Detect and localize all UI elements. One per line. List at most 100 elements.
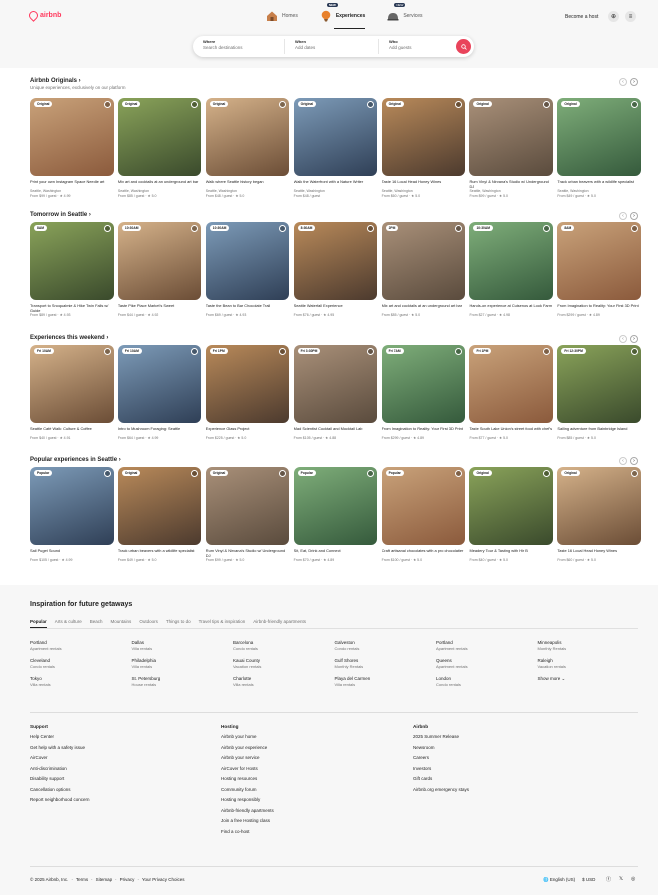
footer-link[interactable]: AirCover (30, 755, 90, 766)
destination-link[interactable]: Queens Apartment rentals (436, 658, 538, 669)
heart-icon[interactable] (103, 225, 111, 232)
experience-card[interactable]: Popular Craft artisanal chocolates with a… (381, 467, 466, 563)
tab-5[interactable]: Things to do (166, 619, 191, 628)
footer-link[interactable]: 2025 Summer Release (413, 734, 469, 745)
experience-photo[interactable]: Fri 7AM (381, 345, 466, 423)
destination-link[interactable]: Gulf Shores Monthly Rentals (335, 658, 437, 669)
heart-icon[interactable] (542, 470, 550, 477)
instagram-icon[interactable]: ◎ (631, 876, 635, 883)
footer-link[interactable]: Airbnb your service (221, 755, 274, 766)
heart-icon[interactable] (191, 101, 199, 108)
experience-photo[interactable]: Original (469, 98, 553, 176)
footer-link[interactable]: Get help with a safety issue (30, 745, 90, 756)
experience-photo[interactable]: Fri 12:30PM (557, 345, 641, 423)
destination-link[interactable]: St. Petersburg House rentals (132, 676, 234, 687)
experience-card[interactable]: Original Rum Vinyl & Nirvana's Studio w/ … (205, 467, 290, 563)
heart-icon[interactable] (279, 348, 287, 355)
experience-photo[interactable]: Fri 10AM (117, 345, 202, 423)
experience-card[interactable]: Fri 3:30PM Mad Scientist Cocktail and Moc… (293, 345, 378, 441)
heart-icon[interactable] (542, 101, 550, 108)
next-arrow-icon[interactable]: › (630, 78, 638, 86)
currency-selector[interactable]: $ USD (582, 877, 595, 883)
experience-card[interactable]: Original Walk the Waterfront with a Natur… (293, 98, 378, 198)
experience-card[interactable]: 8:30AM Seattle Waterfall Experience From $… (293, 222, 378, 318)
tab-1[interactable]: Arts & culture (55, 619, 82, 628)
heart-icon[interactable] (279, 470, 287, 477)
experience-card[interactable]: 8AM From Imagination to Reality: Your Fir… (557, 222, 641, 318)
experience-photo[interactable]: Original (205, 467, 290, 545)
airbnb-logo[interactable]: airbnb (27, 9, 61, 22)
footer-link[interactable]: Airbnb.org emergency stays (413, 787, 469, 798)
experience-card[interactable]: 10:30AM Taste Pike Place Market's Sweet Fr… (117, 222, 202, 318)
destination-link[interactable]: Philadelphia Villa rentals (132, 658, 234, 669)
prev-arrow-icon[interactable]: ‹ (619, 212, 627, 220)
experience-card[interactable]: Fri 12:30PM Sailing adventure from Bainbr… (557, 345, 641, 441)
x-icon[interactable]: 𝕏 (619, 876, 623, 883)
tab-2[interactable]: Beach (90, 619, 103, 628)
heart-icon[interactable] (103, 101, 111, 108)
destination-link[interactable]: Cleveland Condo rentals (30, 658, 132, 669)
experience-card[interactable]: Original Track urban beavers with a wildl… (117, 467, 202, 563)
experience-photo[interactable]: 10:30AM (117, 222, 202, 300)
heart-icon[interactable] (367, 348, 375, 355)
next-arrow-icon[interactable]: › (630, 335, 638, 343)
experience-photo[interactable]: Popular (293, 467, 378, 545)
destination-link[interactable]: Barcelona Condo rentals (233, 640, 335, 651)
where-field[interactable]: Where Search destinations (193, 39, 285, 54)
experience-card[interactable]: Fri 10AM Intro to Mushroom Foraging: Seat… (117, 345, 202, 441)
experience-photo[interactable]: Original (381, 98, 466, 176)
experience-card[interactable]: 10:30AM Taste the Bean to Bar Chocolate T… (205, 222, 290, 318)
tab-4[interactable]: Outdoors (139, 619, 158, 628)
experience-photo[interactable]: Original (469, 467, 553, 545)
tab-3[interactable]: Mountains (111, 619, 132, 628)
footer-link[interactable]: Newsroom (413, 745, 469, 756)
tab-0[interactable]: Popular (30, 619, 47, 628)
footer-link[interactable]: Hosting resources (221, 776, 274, 787)
experience-photo[interactable]: 8AM (30, 222, 114, 300)
heart-icon[interactable] (630, 348, 638, 355)
facebook-icon[interactable]: ⓕ (606, 876, 611, 883)
footer-link[interactable]: Investors (413, 766, 469, 777)
experience-card[interactable]: Original Meadery Tour & Tasting with Hir … (469, 467, 553, 563)
experience-card[interactable]: 10:30AM Hands-on experience at Cuisenos a… (469, 222, 553, 318)
experience-photo[interactable]: Original (293, 98, 378, 176)
experience-photo[interactable]: Original (557, 98, 641, 176)
heart-icon[interactable] (103, 348, 111, 355)
experience-card[interactable]: Original Rum Vinyl & Nirvana's Studio w/ … (469, 98, 553, 198)
destination-link[interactable]: Playa del Carmen Villa rentals (335, 676, 437, 687)
destination-link[interactable]: Dallas Villa rentals (132, 640, 234, 651)
footer-bottom-link[interactable]: Sitemap (96, 877, 113, 882)
footer-bottom-link[interactable]: Your Privacy Choices (142, 877, 185, 882)
search-button[interactable] (456, 39, 471, 54)
experience-card[interactable]: 2PM Mix art and cocktails at an undergrou… (381, 222, 466, 318)
heart-icon[interactable] (191, 470, 199, 477)
heart-icon[interactable] (191, 225, 199, 232)
destination-link[interactable]: Charlotte Villa rentals (233, 676, 335, 687)
section-title[interactable]: Experiences this weekend › (30, 335, 638, 341)
experience-card[interactable]: Fri 1PM Taste South Lake Union's street f… (469, 345, 553, 441)
footer-link[interactable]: Airbnb your experience (221, 745, 274, 756)
next-arrow-icon[interactable]: › (630, 457, 638, 465)
next-arrow-icon[interactable]: › (630, 212, 638, 220)
footer-link[interactable]: Find a co-host (221, 829, 274, 840)
experience-photo[interactable]: 10:30AM (469, 222, 553, 300)
destination-link[interactable]: Tokyo Villa rentals (30, 676, 132, 687)
tab-6[interactable]: Travel tips & inspiration (199, 619, 246, 628)
experience-card[interactable]: Original Print your own Instagram Space N… (30, 98, 114, 198)
experience-card[interactable]: 8AM Transport to Snoqualmie & Hike Twin F… (30, 222, 114, 318)
destination-link[interactable]: Minneapolis Monthly Rentals (538, 640, 640, 651)
experience-card[interactable]: Fri 7AM From Imagination to Reality: Your… (381, 345, 466, 441)
destination-link[interactable]: Kauai County Vacation rentals (233, 658, 335, 669)
heart-icon[interactable] (367, 470, 375, 477)
footer-link[interactable]: Report neighborhood concern (30, 797, 90, 808)
language-selector[interactable]: 🌐 English (US) (543, 877, 575, 883)
experience-card[interactable]: Original Taste 16 Local Head Honey Wines F… (557, 467, 641, 563)
experience-card[interactable]: Original Track urban beavers with a wildl… (557, 98, 641, 198)
globe-button[interactable]: ⊕ (608, 11, 619, 22)
experience-photo[interactable]: Fri 3:30PM (293, 345, 378, 423)
footer-link[interactable]: Hosting responsibly (221, 797, 274, 808)
prev-arrow-icon[interactable]: ‹ (619, 457, 627, 465)
destination-link[interactable]: Show more ⌄ (538, 676, 640, 687)
nav-experiences[interactable]: NEW Experiences (320, 3, 366, 29)
prev-arrow-icon[interactable]: ‹ (619, 78, 627, 86)
